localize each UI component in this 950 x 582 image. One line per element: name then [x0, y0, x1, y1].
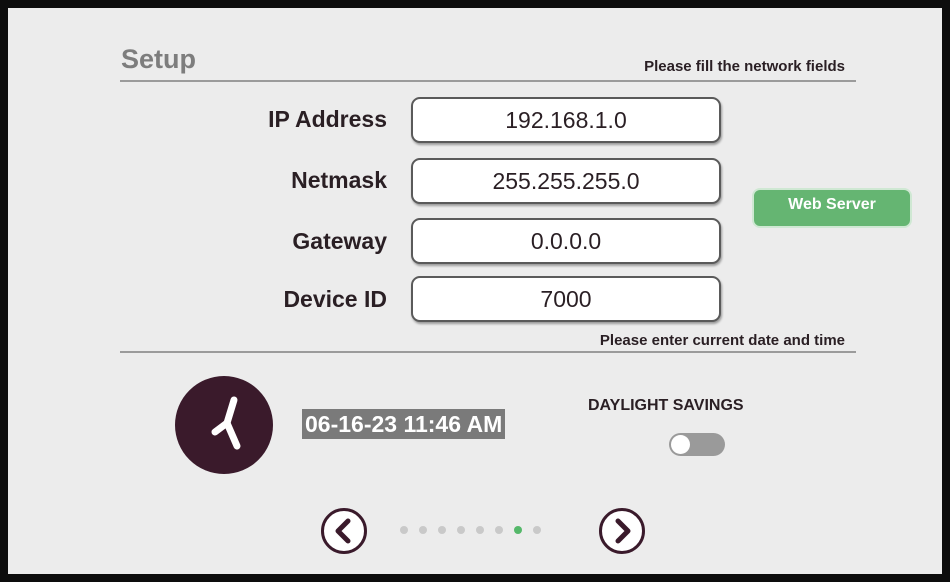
page-dot[interactable] — [419, 526, 427, 534]
toggle-knob — [671, 435, 690, 454]
datetime-hint: Please enter current date and time — [599, 332, 845, 349]
gateway-label: Gateway — [292, 228, 387, 254]
ip-address-value: 192.168.1.0 — [505, 106, 627, 133]
setup-screen: Setup Please fill the network fields IP … — [0, 0, 950, 582]
chevron-left-icon[interactable] — [320, 507, 368, 555]
page-dot-active[interactable] — [514, 526, 522, 534]
device-id-value: 7000 — [540, 285, 592, 312]
page-dot[interactable] — [457, 526, 465, 534]
netmask-value: 255.255.255.0 — [492, 167, 640, 194]
gateway-value: 0.0.0.0 — [530, 227, 602, 254]
ip-address-label: IP Address — [268, 106, 387, 132]
page-dot[interactable] — [476, 526, 484, 534]
page-indicator — [400, 526, 541, 534]
device-id-label: Device ID — [283, 286, 387, 312]
netmask-field[interactable]: 255.255.255.0 — [411, 158, 721, 204]
page-title: Setup — [121, 44, 197, 74]
daylight-savings-toggle[interactable] — [669, 433, 725, 456]
clock-hands — [211, 396, 241, 450]
divider — [120, 351, 856, 353]
page-dot[interactable] — [438, 526, 446, 534]
clock-icon[interactable] — [175, 376, 273, 474]
page-dot[interactable] — [533, 526, 541, 534]
daylight-savings-label: DAYLIGHT SAVINGS — [588, 397, 744, 414]
divider — [120, 80, 856, 82]
gateway-field[interactable]: 0.0.0.0 — [411, 218, 721, 264]
chevron-right-icon[interactable] — [598, 507, 646, 555]
device-id-field[interactable]: 7000 — [411, 276, 721, 322]
netmask-label: Netmask — [291, 167, 387, 193]
web-server-button[interactable]: Web Server — [752, 188, 912, 228]
network-hint: Please fill the network fields — [644, 58, 845, 75]
page-dot[interactable] — [400, 526, 408, 534]
datetime-field[interactable]: 06-16-23 11:46 AM — [302, 409, 506, 439]
ip-address-field[interactable]: 192.168.1.0 — [411, 97, 721, 143]
page-dot[interactable] — [495, 526, 503, 534]
